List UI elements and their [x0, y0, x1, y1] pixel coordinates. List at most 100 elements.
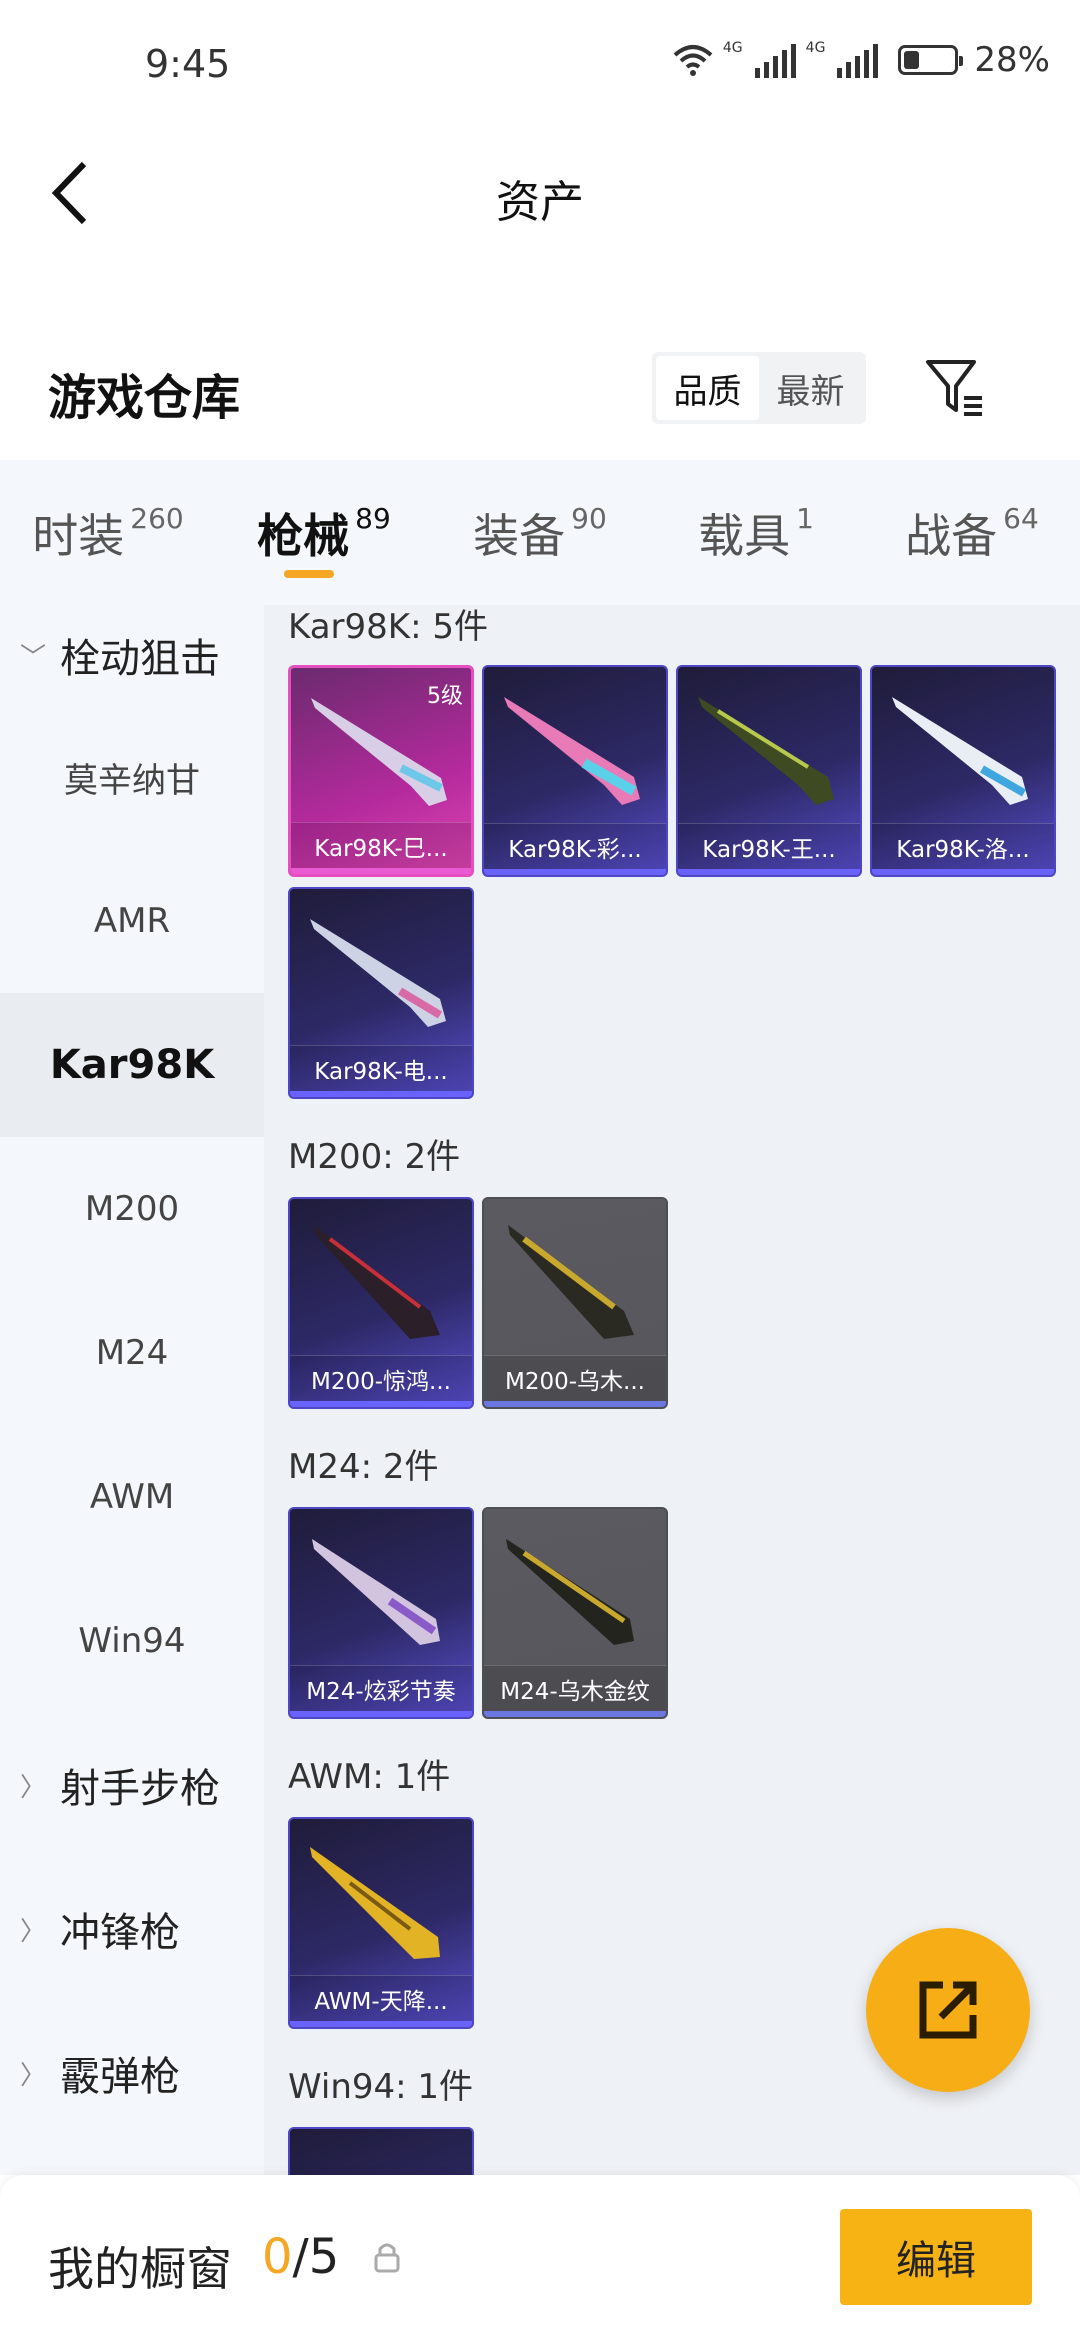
- weapon-card-name: Kar98K-巳...: [291, 822, 471, 868]
- sidebar-group-smg[interactable]: 〉 冲锋枪: [0, 1857, 264, 2001]
- active-tab-indicator: [284, 570, 334, 578]
- chevron-down-icon: ﹀: [20, 642, 47, 673]
- filter-button[interactable]: [920, 352, 992, 424]
- warehouse-title: 游戏仓库: [48, 370, 241, 426]
- section-title-win94: Win94: 1件: [288, 2067, 474, 2107]
- rarity-stripe: [484, 869, 666, 875]
- top-nav: 资产: [0, 130, 1080, 260]
- share-button[interactable]: [866, 1928, 1030, 2092]
- sidebar-item-win94[interactable]: Win94: [0, 1569, 264, 1713]
- weapon-card[interactable]: 5级 Kar98K-巳...: [288, 665, 474, 877]
- rarity-stripe: [678, 869, 860, 875]
- weapon-card[interactable]: M200-乌木...: [482, 1197, 668, 1409]
- rarity-stripe: [290, 1401, 472, 1407]
- rifle-icon: [312, 1539, 440, 1645]
- weapon-card[interactable]: M24-炫彩节奏: [288, 1507, 474, 1719]
- tab-supplies[interactable]: 战备 64: [864, 460, 1080, 605]
- sidebar-item-mosin[interactable]: 莫辛纳甘: [0, 705, 264, 849]
- sidebar-item-m200[interactable]: M200: [0, 1137, 264, 1281]
- weapon-card-name: Kar98K-彩...: [484, 823, 666, 869]
- section-title-m24: M24: 2件: [288, 1447, 439, 1487]
- chevron-right-icon: 〉: [20, 1916, 47, 1947]
- rarity-stripe: [290, 1091, 472, 1097]
- rarity-stripe: [484, 1711, 666, 1717]
- edit-button[interactable]: 编辑: [840, 2209, 1032, 2305]
- sidebar-item-m24[interactable]: M24: [0, 1281, 264, 1425]
- rarity-stripe: [291, 868, 471, 874]
- section-title-m200: M200: 2件: [288, 1137, 461, 1177]
- sidebar-item-awm[interactable]: AWM: [0, 1425, 264, 1569]
- sort-newest-option[interactable]: 最新: [759, 356, 862, 420]
- tab-vehicles[interactable]: 载具 1: [648, 460, 864, 605]
- rifle-icon: [506, 1539, 634, 1645]
- rifle-icon: [504, 697, 640, 805]
- wifi-icon: [673, 45, 713, 76]
- sort-quality-option[interactable]: 品质: [656, 356, 759, 420]
- tab-label: 装备: [473, 509, 566, 563]
- weapon-card[interactable]: Kar98K-王...: [676, 665, 862, 877]
- battery-percent: 28%: [974, 40, 1050, 80]
- tab-label: 时装: [32, 509, 125, 563]
- page-title: 资产: [496, 177, 584, 228]
- tab-count: 90: [571, 502, 607, 535]
- weapon-card-name: AWM-天降...: [290, 1975, 472, 2021]
- status-time: 9:45: [145, 42, 231, 86]
- network-type-2: 4G: [805, 40, 826, 56]
- rarity-stripe: [290, 1711, 472, 1717]
- sidebar-group-label: 冲锋枪: [60, 1910, 180, 1956]
- showcase-current: 0: [262, 2229, 293, 2285]
- showcase-bar: 我的橱窗 0/5 编辑: [0, 2175, 1080, 2340]
- weapon-card-name: M24-炫彩节奏: [290, 1665, 472, 1711]
- tab-equipment[interactable]: 装备 90: [432, 460, 648, 605]
- sidebar-item-kar98k[interactable]: Kar98K: [0, 993, 264, 1137]
- weapon-card[interactable]: AWM-天降...: [288, 1817, 474, 2029]
- tab-guns[interactable]: 枪械 89: [216, 460, 432, 605]
- weapon-card[interactable]: Kar98K-彩...: [482, 665, 668, 877]
- network-type-1: 4G: [722, 40, 743, 56]
- status-bar: 9:45 4G 4G 28%: [0, 0, 1080, 130]
- weapon-card-name: M24-乌木金纹: [484, 1665, 666, 1711]
- weapon-card[interactable]: [288, 2127, 474, 2175]
- sidebar-item-amr[interactable]: AMR: [0, 849, 264, 993]
- chevron-right-icon: 〉: [20, 1772, 47, 1803]
- sort-toggle: 品质 最新: [652, 352, 866, 424]
- sidebar-group-marksman[interactable]: 〉 射手步枪: [0, 1713, 264, 1857]
- weapon-card[interactable]: M200-惊鸿...: [288, 1197, 474, 1409]
- tab-label: 战备: [905, 509, 998, 563]
- weapon-type-sidebar: ﹀ 栓动狙击 莫辛纳甘 AMR Kar98K M200 M24 AWM Win9…: [0, 605, 264, 2175]
- weapon-card[interactable]: Kar98K-电...: [288, 887, 474, 1099]
- lock-icon: [374, 2243, 400, 2273]
- signal-icon: [837, 42, 879, 78]
- status-icons: 4G 4G 28%: [673, 40, 1050, 80]
- rifle-icon: [310, 919, 446, 1027]
- tab-count: 260: [130, 502, 184, 535]
- weapon-card[interactable]: M24-乌木金纹: [482, 1507, 668, 1719]
- weapon-card-name: Kar98K-王...: [678, 823, 860, 869]
- rarity-stripe: [290, 2021, 472, 2027]
- section-title-awm: AWM: 1件: [288, 1757, 451, 1797]
- sidebar-group-shotgun[interactable]: 〉 霰弹枪: [0, 2001, 264, 2145]
- rifle-icon: [508, 1225, 634, 1339]
- weapon-card[interactable]: Kar98K-洛...: [870, 665, 1056, 877]
- filter-icon: [926, 360, 982, 416]
- weapon-card-name: M200-乌木...: [484, 1355, 666, 1401]
- category-tabs: 时装 260 枪械 89 装备 90 载具 1 战备 64: [0, 460, 1080, 605]
- tab-fashion[interactable]: 时装 260: [0, 460, 216, 605]
- rifle-icon: [314, 1225, 440, 1339]
- tab-count: 64: [1003, 502, 1039, 535]
- battery-fill: [904, 51, 920, 69]
- tab-count: 89: [355, 502, 391, 535]
- weapon-card-name: Kar98K-电...: [290, 1045, 472, 1091]
- rarity-stripe: [484, 1401, 666, 1407]
- sidebar-group-label: 栓动狙击: [60, 636, 220, 682]
- share-icon: [919, 1981, 977, 2039]
- rifle-icon: [310, 1847, 440, 1959]
- sidebar-group-bolt-action[interactable]: ﹀ 栓动狙击: [0, 605, 264, 705]
- weapon-card-name: Kar98K-洛...: [872, 823, 1054, 869]
- tab-count: 1: [796, 502, 814, 535]
- showcase-label: 我的橱窗: [48, 2242, 232, 2296]
- showcase-total: /5: [292, 2229, 340, 2285]
- weapon-card-name: M200-惊鸿...: [290, 1355, 472, 1401]
- sidebar-group-label: 霰弹枪: [60, 2054, 180, 2100]
- rifle-icon: [698, 697, 834, 805]
